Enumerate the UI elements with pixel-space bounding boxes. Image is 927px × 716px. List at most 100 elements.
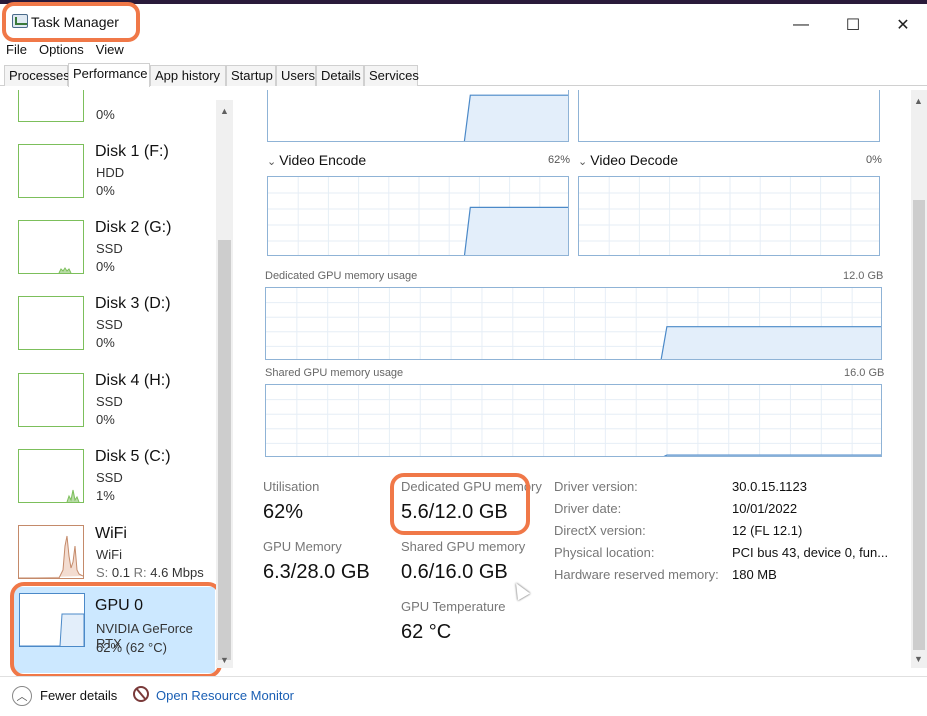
sidebar-item-name: Disk 2 (G:)	[95, 219, 172, 236]
sidebar-scroll-thumb[interactable]	[218, 240, 231, 660]
utilisation-value: 62%	[263, 501, 304, 523]
tab-app-history[interactable]: App history	[150, 65, 226, 86]
close-button[interactable]: ✕	[880, 8, 926, 42]
wifi-send-value: 0.1	[111, 565, 130, 580]
chevron-down-icon[interactable]: ⌄	[267, 156, 279, 168]
dedicated-memory-graph	[265, 287, 882, 360]
sidebar-thumb	[18, 296, 84, 350]
main-scrollbar[interactable]: ▲ ▼	[911, 90, 927, 668]
video-decode-text: Video Decode	[590, 152, 678, 168]
sidebar-item-name: Disk 1 (F:)	[95, 143, 169, 160]
sidebar-item-value: 1%	[96, 488, 115, 503]
shared-memory-graph-label: Shared GPU memory usage	[265, 367, 404, 379]
resource-monitor-icon[interactable]	[133, 686, 149, 702]
menu-options[interactable]: Options	[33, 40, 90, 60]
wifi-receive-label: R:	[133, 565, 147, 580]
scroll-down-icon[interactable]: ▼	[220, 655, 229, 665]
gpu-memory-label: GPU Memory	[263, 539, 342, 554]
sidebar-item-type: SSD	[96, 470, 123, 485]
driver-date-value: 10/01/2022	[732, 501, 798, 516]
gpu-detail-panel: ⌄ Video Encode 62% ⌄ Video Decode 0% Ded…	[248, 90, 910, 672]
open-resource-monitor-link[interactable]: Open Resource Monitor	[156, 688, 294, 703]
scroll-up-icon[interactable]: ▲	[914, 96, 923, 106]
menu-file[interactable]: File	[0, 40, 33, 60]
tab-details[interactable]: Details	[316, 65, 364, 86]
tab-processes[interactable]: Processes	[4, 65, 70, 86]
sidebar-item-type: WiFi	[96, 547, 122, 562]
sidebar-item-disk-2[interactable]: Disk 2 (G:) SSD 0%	[0, 216, 214, 292]
dedicated-memory-annotation-highlight	[390, 473, 530, 535]
sidebar-item-value: S: 0.1 R: 4.6 Mbps	[96, 565, 204, 580]
sidebar-thumb	[18, 373, 84, 427]
sidebar-scrollbar[interactable]: ▲ ▼	[216, 100, 233, 668]
gpu-temperature-label: GPU Temperature	[401, 599, 506, 614]
sidebar-item-type: SSD	[96, 317, 123, 332]
sidebar-item-disk-4[interactable]: Disk 4 (H:) SSD 0%	[0, 369, 214, 445]
fewer-details-link[interactable]: Fewer details	[40, 688, 117, 703]
sidebar-item-disk-1[interactable]: Disk 1 (F:) HDD 0%	[0, 140, 214, 216]
video-encode-graph	[267, 176, 569, 256]
chevron-up-icon[interactable]: ︿	[12, 686, 32, 706]
hardware-reserved-memory-label: Hardware reserved memory:	[554, 567, 719, 582]
engine-graph-line	[463, 94, 568, 141]
directx-version-value: 12 (FL 12.1)	[732, 523, 803, 538]
engine-graph-partial-right	[578, 90, 880, 142]
video-decode-percent: 0%	[866, 154, 882, 166]
sidebar-item-name: Disk 4 (H:)	[95, 372, 171, 389]
sidebar-item-name: Disk 3 (D:)	[95, 295, 171, 312]
sidebar-item-value: 0%	[96, 183, 115, 198]
sidebar-thumb	[18, 144, 84, 198]
sidebar-item-value: 0%	[96, 259, 115, 274]
sidebar-item-disk-3[interactable]: Disk 3 (D:) SSD 0%	[0, 292, 214, 368]
wifi-send-label: S:	[96, 565, 109, 580]
physical-location-label: Physical location:	[554, 545, 655, 560]
video-decode-label: ⌄ Video Decode	[578, 152, 678, 168]
menu-view[interactable]: View	[90, 40, 130, 60]
scroll-up-icon[interactable]: ▲	[220, 106, 229, 116]
main-scroll-thumb[interactable]	[913, 200, 925, 650]
sidebar-thumb	[18, 449, 84, 503]
tab-users[interactable]: Users	[276, 65, 316, 86]
sidebar-item-type: SSD	[96, 394, 123, 409]
tab-performance[interactable]: Performance	[68, 63, 150, 87]
sidebar-item-disk-5[interactable]: Disk 5 (C:) SSD 1%	[0, 445, 214, 521]
chevron-down-icon[interactable]: ⌄	[578, 156, 590, 168]
driver-date-label: Driver date:	[554, 501, 622, 516]
menu-bar: File Options View	[0, 40, 130, 60]
driver-version-label: Driver version:	[554, 479, 638, 494]
sidebar-item-value: 0%	[96, 412, 115, 427]
minimize-button[interactable]: —	[778, 8, 824, 42]
wifi-receive-value: 4.6 Mbps	[150, 565, 204, 580]
sidebar-item-name: WiFi	[95, 525, 127, 542]
video-decode-graph	[578, 176, 880, 256]
hardware-reserved-memory-value: 180 MB	[732, 567, 777, 582]
dedicated-memory-graph-label: Dedicated GPU memory usage	[265, 270, 418, 282]
maximize-button[interactable]: ☐	[830, 8, 876, 42]
tab-services[interactable]: Services	[364, 65, 419, 86]
tab-bar: Processes Performance App history Startu…	[0, 63, 927, 87]
sidebar-item-value: 0%	[96, 335, 115, 350]
gpu-temperature-value: 62 °C	[401, 621, 452, 643]
sidebar-thumb	[18, 90, 84, 122]
gpu-annotation-highlight	[10, 582, 222, 678]
sidebar-item-name: Disk 5 (C:)	[95, 448, 171, 465]
shared-memory-value: 0.6/16.0 GB	[401, 561, 508, 583]
scroll-down-icon[interactable]: ▼	[914, 654, 923, 664]
video-encode-label: ⌄ Video Encode	[267, 152, 366, 168]
directx-version-label: DirectX version:	[554, 523, 646, 538]
sidebar-item-type: SSD	[96, 241, 123, 256]
title-annotation-highlight	[2, 2, 140, 42]
gpu-memory-value: 6.3/28.0 GB	[263, 561, 370, 583]
shared-memory-graph-max: 16.0 GB	[844, 367, 885, 379]
video-encode-percent: 62%	[548, 154, 571, 166]
footer-bar: ︿ Fewer details Open Resource Monitor	[0, 676, 927, 716]
video-encode-text: Video Encode	[279, 152, 367, 168]
sidebar-item-value: 0%	[96, 107, 115, 122]
sidebar-item-type: HDD	[96, 165, 125, 180]
driver-version-value: 30.0.15.1123	[732, 479, 807, 494]
tab-startup[interactable]: Startup	[226, 65, 276, 86]
engine-graph-partial-left	[267, 90, 569, 142]
shared-memory-label: Shared GPU memory	[401, 539, 526, 554]
dedicated-memory-graph-max: 12.0 GB	[843, 270, 884, 282]
sidebar-thumb	[18, 220, 84, 274]
